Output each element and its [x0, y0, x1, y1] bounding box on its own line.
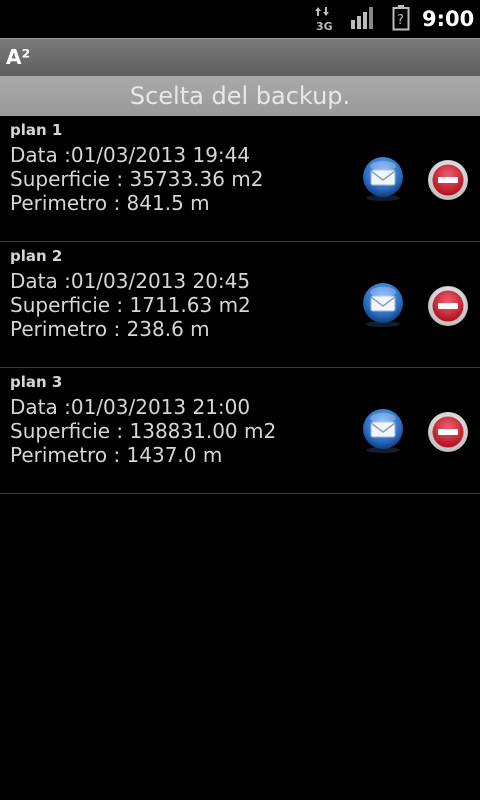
minus-icon — [438, 177, 458, 183]
backup-perimeter: Perimetro : 1437.0 m — [10, 443, 223, 467]
envelope-icon — [370, 295, 396, 312]
backup-date: Data :01/03/2013 20:45 — [10, 269, 251, 293]
page-subtitle: Scelta del backup. — [129, 82, 351, 110]
backup-name: plan 2 — [10, 247, 63, 265]
title-bar: A² — [0, 38, 480, 76]
subtitle-bar: Scelta del backup. — [0, 76, 480, 116]
backup-date: Data :01/03/2013 19:44 — [10, 143, 251, 167]
backup-list-item[interactable]: plan 2 Data :01/03/2013 20:45 Superficie… — [0, 242, 480, 368]
delete-backup-button[interactable] — [426, 284, 470, 328]
send-email-button[interactable] — [360, 282, 406, 328]
backup-name: plan 3 — [10, 373, 63, 391]
send-email-button[interactable] — [360, 156, 406, 202]
network-3g-icon: 3G — [315, 7, 333, 32]
backup-area: Superficie : 1711.63 m2 — [10, 293, 251, 317]
delete-backup-button[interactable] — [426, 410, 470, 454]
status-bar: 3G ? 9:00 — [0, 0, 480, 38]
backup-area: Superficie : 35733.36 m2 — [10, 167, 264, 191]
envelope-icon — [370, 169, 396, 186]
backup-list-item[interactable]: plan 3 Data :01/03/2013 21:00 Superficie… — [0, 368, 480, 494]
battery-unknown-icon: ? — [392, 5, 410, 31]
backup-perimeter: Perimetro : 238.6 m — [10, 317, 210, 341]
delete-backup-button[interactable] — [426, 158, 470, 202]
backup-area: Superficie : 138831.00 m2 — [10, 419, 277, 443]
status-time: 9:00 — [422, 7, 475, 31]
backup-perimeter: Perimetro : 841.5 m — [10, 191, 210, 215]
signal-strength-icon — [351, 7, 373, 29]
backup-list: plan 1 Data :01/03/2013 19:44 Superficie… — [0, 116, 480, 494]
svg-text:?: ? — [397, 13, 404, 28]
network-label: 3G — [316, 20, 333, 32]
backup-name: plan 1 — [10, 121, 63, 139]
send-email-button[interactable] — [360, 408, 406, 454]
backup-list-item[interactable]: plan 1 Data :01/03/2013 19:44 Superficie… — [0, 116, 480, 242]
minus-icon — [438, 429, 458, 435]
backup-date: Data :01/03/2013 21:00 — [10, 395, 251, 419]
minus-icon — [438, 303, 458, 309]
app-title: A² — [6, 45, 31, 69]
envelope-icon — [370, 421, 396, 438]
